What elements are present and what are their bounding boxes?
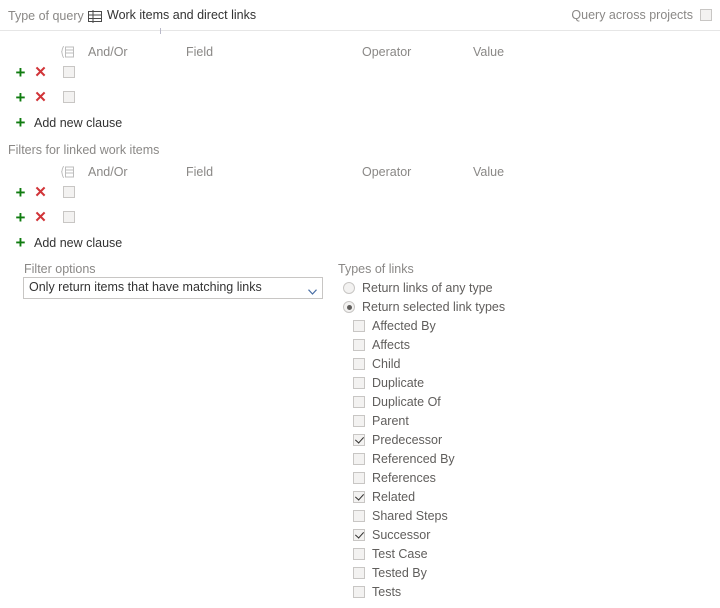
link-type-item[interactable]: Affects: [353, 336, 410, 354]
chevron-down-icon: [308, 284, 317, 295]
remove-clause-row-button[interactable]: ✕: [32, 60, 49, 85]
link-type-item[interactable]: Tests: [353, 583, 401, 601]
column-header-field: Field: [186, 45, 214, 59]
link-type-label: References: [372, 471, 436, 485]
clause-row: + ✕: [0, 205, 720, 230]
link-type-label: Tests: [372, 585, 402, 599]
clause-row: + ✕: [0, 85, 720, 110]
link-type-item[interactable]: Duplicate: [353, 374, 424, 392]
link-type-checkbox[interactable]: [353, 434, 365, 446]
remove-clause-row-button[interactable]: ✕: [32, 205, 49, 230]
column-header-operator: Operator: [362, 45, 412, 59]
grid-icon: [88, 9, 102, 23]
column-header-and-or: And/Or: [88, 165, 128, 179]
link-type-label: Duplicate Of: [372, 395, 441, 409]
add-clause-row-button[interactable]: +: [12, 180, 29, 205]
clause-row: + ✕: [0, 60, 720, 85]
link-type-item[interactable]: Referenced By: [353, 450, 455, 468]
clause-row: + ✕: [0, 180, 720, 205]
link-type-label: Predecessor: [372, 433, 443, 447]
remove-clause-row-button[interactable]: ✕: [32, 180, 49, 205]
column-header-value: Value: [473, 45, 505, 59]
filter-options-dropdown[interactable]: Only return items that have matching lin…: [23, 277, 323, 299]
link-type-checkbox[interactable]: [353, 377, 365, 389]
link-type-checkbox[interactable]: [353, 320, 365, 332]
link-type-label: Affects: [372, 338, 410, 352]
query-across-projects-label: Query across projects: [571, 8, 693, 22]
link-type-radio-label: Return selected link types: [362, 300, 506, 314]
link-type-label: Parent: [372, 414, 409, 428]
scroll-tick: [160, 28, 161, 34]
add-new-clause-label: Add new clause: [34, 236, 123, 250]
clause-group-icon[interactable]: [60, 46, 74, 58]
add-clause-row-button[interactable]: +: [12, 60, 29, 85]
link-type-label: Duplicate: [372, 376, 425, 390]
link-type-checkbox[interactable]: [353, 358, 365, 370]
type-of-query-label: Type of query: [8, 9, 84, 23]
link-type-checkbox[interactable]: [353, 491, 365, 503]
link-type-radio-label: Return links of any type: [362, 281, 493, 295]
link-type-checkbox[interactable]: [353, 510, 365, 522]
link-type-label: Child: [372, 357, 401, 371]
link-type-item[interactable]: References: [353, 469, 436, 487]
query-across-projects-control[interactable]: Query across projects: [571, 8, 712, 22]
link-type-checkbox[interactable]: [353, 567, 365, 579]
link-type-label: Test Case: [372, 547, 428, 561]
link-type-checkbox[interactable]: [353, 548, 365, 560]
link-type-label: Affected By: [372, 319, 436, 333]
column-header-operator: Operator: [362, 165, 412, 179]
radio-icon: [343, 301, 355, 313]
link-type-item[interactable]: Tested By: [353, 564, 427, 582]
column-header-field: Field: [186, 165, 214, 179]
link-type-item[interactable]: Parent: [353, 412, 409, 430]
column-header-and-or: And/Or: [88, 45, 128, 59]
add-clause-row-button[interactable]: +: [12, 85, 29, 110]
query-across-projects-checkbox[interactable]: [700, 9, 712, 21]
radio-icon: [343, 282, 355, 294]
link-type-item[interactable]: Predecessor: [353, 431, 442, 449]
query-type-selector[interactable]: Work items and direct links: [88, 8, 257, 23]
link-type-checkbox[interactable]: [353, 529, 365, 541]
link-type-checkbox[interactable]: [353, 339, 365, 351]
clause-group-icon[interactable]: [60, 166, 74, 178]
link-type-radio-1[interactable]: Return selected link types: [343, 298, 505, 316]
clause-row-checkbox[interactable]: [63, 66, 75, 78]
filter-options-value: Only return items that have matching lin…: [29, 280, 262, 294]
query-type-value: Work items and direct links: [107, 8, 257, 22]
query-header-bar: Type of query Work items and direct link…: [0, 0, 720, 31]
link-type-label: Related: [372, 490, 416, 504]
link-type-item[interactable]: Test Case: [353, 545, 428, 563]
clause-row-checkbox[interactable]: [63, 91, 75, 103]
add-new-clause-label: Add new clause: [34, 116, 123, 130]
link-type-label: Successor: [372, 528, 431, 542]
plus-icon: +: [15, 233, 26, 252]
link-type-checkbox[interactable]: [353, 415, 365, 427]
link-type-item[interactable]: Duplicate Of: [353, 393, 441, 411]
link-type-checkbox[interactable]: [353, 396, 365, 408]
link-type-label: Shared Steps: [372, 509, 448, 523]
link-type-checkbox[interactable]: [353, 472, 365, 484]
link-type-item[interactable]: Related: [353, 488, 415, 506]
link-type-item[interactable]: Successor: [353, 526, 430, 544]
add-clause-row-button[interactable]: +: [12, 205, 29, 230]
column-header-value: Value: [473, 165, 505, 179]
link-type-checkbox[interactable]: [353, 586, 365, 598]
plus-icon: +: [15, 113, 26, 132]
remove-clause-row-button[interactable]: ✕: [32, 85, 49, 110]
filter-options-label: Filter options: [24, 262, 96, 276]
link-type-label: Tested By: [372, 566, 427, 580]
clause-row-checkbox[interactable]: [63, 211, 75, 223]
link-type-radio-0[interactable]: Return links of any type: [343, 279, 493, 297]
link-type-checkbox[interactable]: [353, 453, 365, 465]
linked-section-title: Filters for linked work items: [8, 143, 160, 157]
link-type-label: Referenced By: [372, 452, 455, 466]
types-of-links-title: Types of links: [338, 262, 414, 276]
link-type-item[interactable]: Shared Steps: [353, 507, 448, 525]
link-type-item[interactable]: Affected By: [353, 317, 436, 335]
link-type-item[interactable]: Child: [353, 355, 401, 373]
clause-row-checkbox[interactable]: [63, 186, 75, 198]
